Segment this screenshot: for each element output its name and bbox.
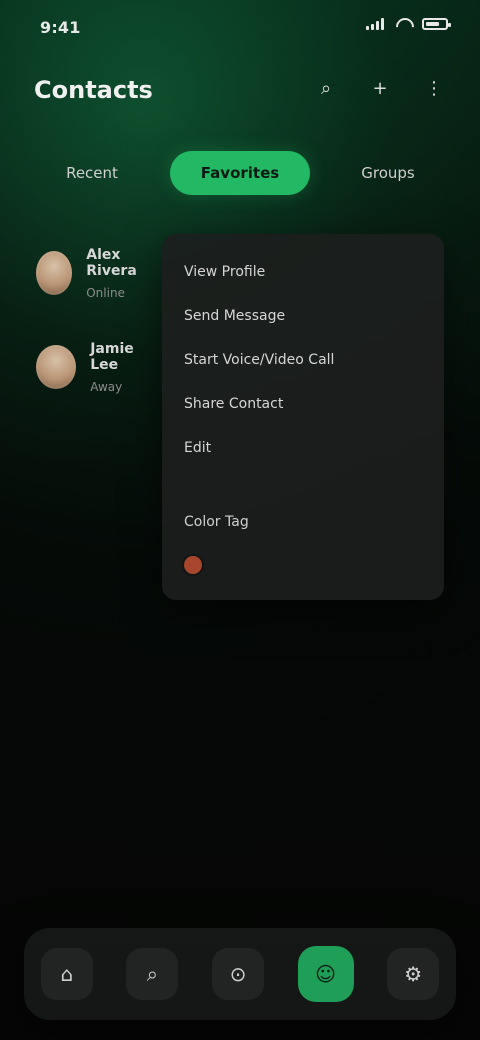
status-bar: 9:41 [0,0,480,56]
tab-favorites[interactable]: Favorites [170,151,310,195]
battery-icon [422,18,451,30]
color-tag-label: Color Tag [184,514,249,530]
nav-home-icon[interactable]: ⌂ [40,948,93,1000]
menu-item-edit[interactable]: Edit [184,440,334,456]
plus-icon[interactable]: + [366,74,394,102]
list-item-subtitle: Online [86,285,125,300]
list-item-name: Alex Rivera [86,246,137,279]
menu-item-view-profile[interactable]: View Profile [184,264,334,280]
more-icon[interactable]: ⋮ [420,74,448,102]
avatar [36,251,73,295]
list-item-text: Jamie Lee Away [90,341,160,394]
status-icons [366,18,451,30]
list-item[interactable]: Alex Rivera Online [24,236,160,310]
header-actions: ⌕ + ⋮ [312,74,448,102]
home-glyph: ⌂ [60,962,74,986]
nav-people-icon[interactable]: ☺ [297,946,354,1002]
nav-compass-icon[interactable]: ⊙ [211,948,264,1000]
context-menu-panel: View Profile Send Message Start Voice/Vi… [162,234,444,600]
list-item[interactable]: Jamie Lee Away [24,330,160,404]
list-item-text: Alex Rivera Online [86,247,160,300]
color-tag-swatch[interactable] [184,556,202,574]
menu-item-call[interactable]: Start Voice/Video Call [184,352,334,368]
avatar [36,345,77,389]
segmented-tabs: Recent Favorites Groups [22,150,458,196]
panel-footer: Color Tag [184,514,249,574]
signal-icon [366,18,384,30]
plus-glyph: + [372,77,388,99]
people-glyph: ☺ [315,962,336,986]
status-time: 9:41 [40,18,81,37]
nav-settings-icon[interactable]: ⚙ [387,948,440,1000]
more-glyph: ⋮ [425,77,443,99]
menu-item-send-message[interactable]: Send Message [184,308,334,324]
search-glyph: ⌕ [320,77,332,99]
search-icon[interactable]: ⌕ [312,74,340,102]
header: Contacts ⌕ + ⋮ [0,64,480,120]
list-item-subtitle: Away [90,379,123,394]
menu-rows: View Profile Send Message Start Voice/Vi… [184,264,334,484]
contact-list: Alex Rivera Online Jamie Lee Away [24,236,160,424]
page-title: Contacts [34,76,153,104]
bottom-navigation: ⌂ ⌕ ⊙ ☺ ⚙ [24,928,456,1020]
search-glyph: ⌕ [146,962,158,986]
menu-item-share[interactable]: Share Contact [184,396,334,412]
compass-glyph: ⊙ [229,962,247,986]
list-item-name: Jamie Lee [90,340,134,373]
tab-groups[interactable]: Groups [318,151,458,195]
nav-search-icon[interactable]: ⌕ [126,948,179,1000]
battery-fill [426,22,439,26]
settings-glyph: ⚙ [404,962,423,986]
wifi-icon [394,18,412,30]
tab-recent[interactable]: Recent [22,151,162,195]
